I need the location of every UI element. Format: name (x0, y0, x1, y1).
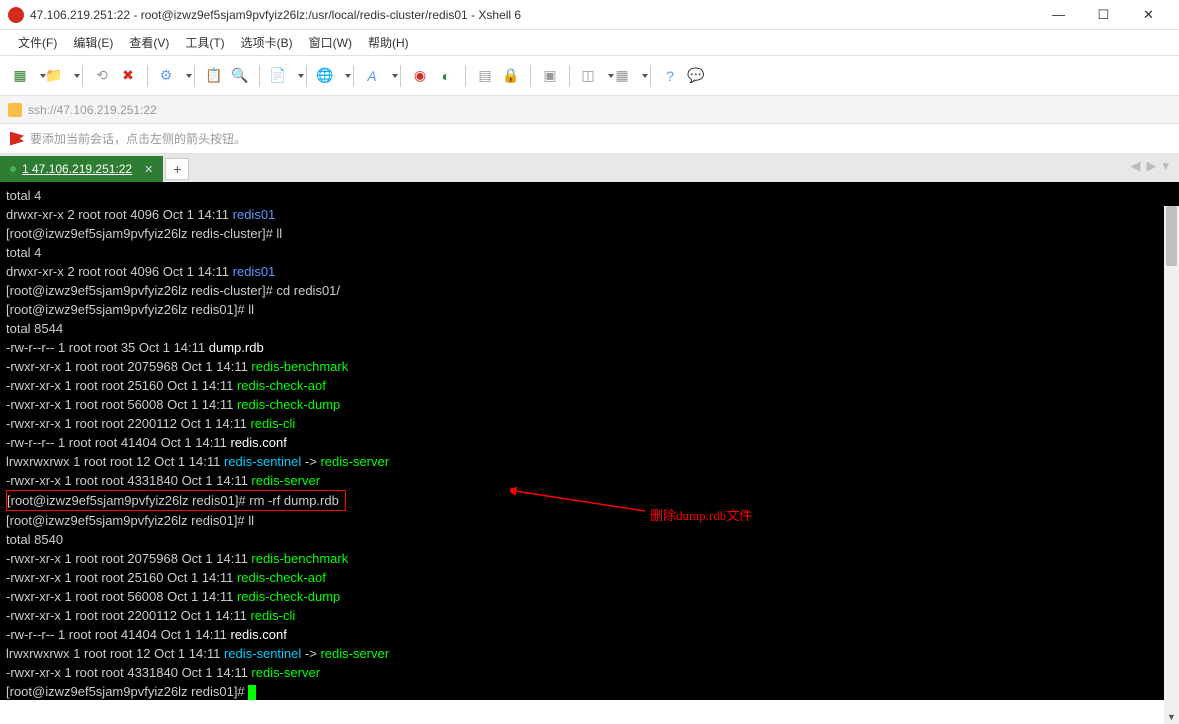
status-dot-icon (10, 166, 16, 172)
close-tab-icon[interactable]: ✕ (144, 163, 153, 176)
tab-menu-icon[interactable]: ▾ (1160, 158, 1171, 174)
tab-label: 1 47.106.219.251:22 (22, 162, 132, 176)
address-bar[interactable]: ssh://47.106.219.251:22 (0, 96, 1179, 124)
flag-icon (10, 132, 24, 146)
toolbar-separator (400, 65, 401, 87)
menu-file[interactable]: 文件(F) (10, 34, 65, 51)
terminal[interactable]: total 4drwxr-xr-x 2 root root 4096 Oct 1… (0, 182, 1179, 700)
lock-icon (8, 103, 22, 117)
open-folder-button[interactable]: 📁 (44, 65, 74, 87)
menu-window[interactable]: 窗口(W) (301, 34, 360, 51)
annotation-label: 删除dump.rdb文件 (650, 506, 752, 525)
hint-bar: 要添加当前会话，点击左侧的箭头按钮。 (0, 124, 1179, 154)
properties-button[interactable]: ⚙ (156, 65, 186, 87)
new-session-button[interactable]: ▦ (10, 65, 40, 87)
add-tab-button[interactable]: + (165, 158, 189, 180)
grid-button[interactable]: ▦ (612, 65, 642, 87)
annotation-arrow (510, 486, 650, 516)
font-button[interactable]: A (362, 65, 392, 87)
toolbar-separator (194, 65, 195, 87)
menu-view[interactable]: 查看(V) (121, 34, 177, 51)
tab-prev-icon[interactable]: ◀ (1128, 158, 1142, 174)
toolbar-separator (147, 65, 148, 87)
menu-tabs[interactable]: 选项卡(B) (233, 34, 301, 51)
toolbar-separator (259, 65, 260, 87)
toolbar-separator (82, 65, 83, 87)
paste-button[interactable]: 📄 (268, 65, 298, 87)
titlebar: 47.106.219.251:22 - root@izwz9ef5sjam9pv… (0, 0, 1179, 30)
toolbar-separator (650, 65, 651, 87)
toolbar-separator (530, 65, 531, 87)
close-button[interactable]: ✕ (1126, 1, 1171, 29)
menu-help[interactable]: 帮助(H) (360, 34, 417, 51)
toolbar-separator (569, 65, 570, 87)
lock-button[interactable]: 🔒 (500, 65, 522, 87)
menu-tools[interactable]: 工具(T) (177, 34, 232, 51)
window-title: 47.106.219.251:22 - root@izwz9ef5sjam9pv… (30, 8, 1036, 22)
chat-icon[interactable]: 💬 (685, 65, 707, 87)
copy-button[interactable]: 📋 (203, 65, 225, 87)
hint-text: 要添加当前会话，点击左侧的箭头按钮。 (30, 130, 246, 147)
reconnect-button[interactable]: ⟲ (91, 65, 113, 87)
minimize-button[interactable]: — (1036, 1, 1081, 29)
tab-next-icon[interactable]: ▶ (1144, 158, 1158, 174)
scrollbar[interactable]: ▲ ▼ (1164, 206, 1179, 724)
menubar: 文件(F) 编辑(E) 查看(V) 工具(T) 选项卡(B) 窗口(W) 帮助(… (0, 30, 1179, 56)
address-url: ssh://47.106.219.251:22 (28, 103, 157, 117)
globe-button[interactable]: 🌐 (315, 65, 345, 87)
disconnect-button[interactable]: ✖ (117, 65, 139, 87)
xftp-button[interactable]: ◐ (435, 65, 457, 87)
tab-bar: 1 47.106.219.251:22 ✕ + ◀ ▶ ▾ (0, 154, 1179, 182)
xagent-button[interactable]: ◉ (409, 65, 431, 87)
screen-button[interactable]: ▣ (539, 65, 561, 87)
app-icon (8, 7, 24, 23)
toolbar-separator (465, 65, 466, 87)
scroll-thumb[interactable] (1166, 206, 1177, 266)
find-button[interactable]: 🔍 (229, 65, 251, 87)
session-button[interactable]: ▤ (474, 65, 496, 87)
help-icon[interactable]: ? (659, 65, 681, 87)
menu-edit[interactable]: 编辑(E) (65, 34, 121, 51)
maximize-button[interactable]: ☐ (1081, 1, 1126, 29)
scroll-down-icon[interactable]: ▼ (1164, 709, 1179, 724)
session-tab[interactable]: 1 47.106.219.251:22 ✕ (0, 156, 163, 182)
layout-button[interactable]: ◫ (578, 65, 608, 87)
toolbar-separator (353, 65, 354, 87)
toolbar-separator (306, 65, 307, 87)
toolbar: ▦ 📁 ⟲ ✖ ⚙ 📋 🔍 📄 🌐 A ◉ ◐ ▤ 🔒 ▣ ◫ ▦ ? 💬 (0, 56, 1179, 96)
